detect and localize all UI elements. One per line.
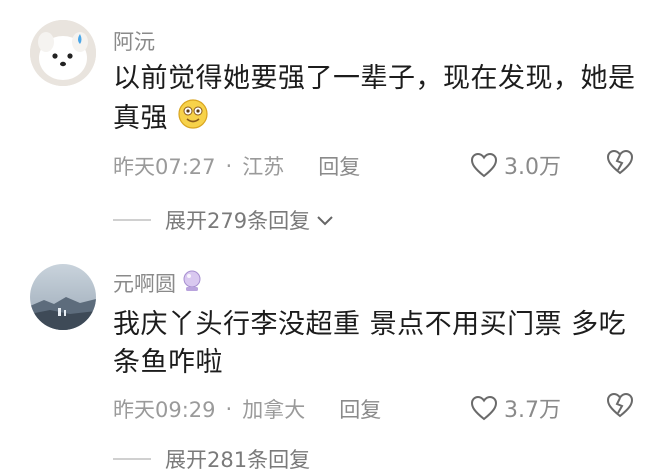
location: 江苏 bbox=[242, 155, 285, 179]
landscape-avatar-image bbox=[30, 264, 96, 330]
expand-replies-label: 展开279条回复 bbox=[165, 209, 311, 233]
smiling-face-emoji-icon bbox=[177, 98, 209, 141]
username[interactable]: 阿沅 bbox=[113, 26, 155, 56]
broken-heart-icon bbox=[606, 149, 634, 175]
avatar[interactable] bbox=[30, 264, 96, 330]
dog-avatar-image bbox=[30, 20, 96, 86]
comment-item: 元啊圆 我庆丫头行李没超重 景点不用买门票 多吃条鱼咋啦 昨天09:29 · 加… bbox=[0, 250, 672, 472]
timestamp: 昨天09:29 bbox=[113, 398, 216, 422]
comment-meta: 昨天09:29 · 加拿大 回复 bbox=[113, 394, 381, 424]
reply-button[interactable]: 回复 bbox=[339, 394, 381, 424]
comment-text: 以前觉得她要强了一辈子，现在发现，她是真强 bbox=[113, 60, 643, 141]
reply-button[interactable]: 回复 bbox=[318, 151, 360, 181]
expand-replies-button[interactable]: 展开279条回复 bbox=[113, 205, 334, 235]
username[interactable]: 元啊圆 bbox=[113, 268, 204, 298]
divider-line bbox=[113, 219, 151, 221]
comment-body: 我庆丫头行李没超重 景点不用买门票 多吃条鱼咋啦 bbox=[113, 309, 627, 378]
username-text: 阿沅 bbox=[113, 30, 155, 54]
timestamp: 昨天07:27 bbox=[113, 155, 216, 179]
crystal-ball-icon bbox=[180, 269, 204, 298]
like-count: 3.7万 bbox=[504, 398, 561, 423]
dislike-button[interactable] bbox=[606, 392, 634, 422]
location: 加拿大 bbox=[242, 398, 306, 422]
separator-dot: · bbox=[225, 397, 233, 421]
chevron-down-icon bbox=[316, 208, 334, 232]
comment-item: 阿沅 以前觉得她要强了一辈子，现在发现，她是真强 昨天07:27 · 江苏 回复… bbox=[0, 0, 672, 240]
broken-heart-icon bbox=[606, 392, 634, 418]
divider-line bbox=[113, 458, 151, 460]
heart-icon bbox=[470, 395, 498, 421]
like-button[interactable]: 3.7万 bbox=[470, 392, 561, 424]
expand-replies-label: 展开281条回复 bbox=[165, 448, 311, 472]
expand-replies-button[interactable]: 展开281条回复 bbox=[113, 444, 310, 474]
like-button[interactable]: 3.0万 bbox=[470, 149, 561, 181]
username-text: 元啊圆 bbox=[113, 272, 176, 296]
separator-dot: · bbox=[225, 154, 233, 178]
like-count: 3.0万 bbox=[504, 155, 561, 180]
avatar[interactable] bbox=[30, 20, 96, 86]
comment-meta: 昨天07:27 · 江苏 回复 bbox=[113, 151, 360, 181]
comment-text: 我庆丫头行李没超重 景点不用买门票 多吃条鱼咋啦 bbox=[113, 306, 643, 382]
dislike-button[interactable] bbox=[606, 149, 634, 179]
heart-icon bbox=[470, 152, 498, 178]
